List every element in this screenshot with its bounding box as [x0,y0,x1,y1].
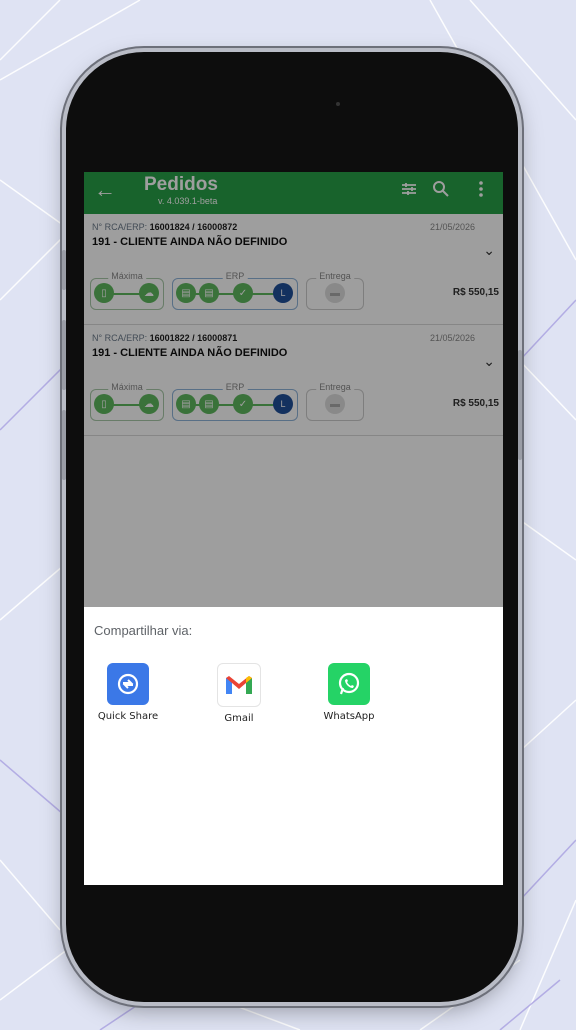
front-camera [336,102,340,106]
scrim-overlay[interactable] [84,172,503,607]
power-button [518,350,522,460]
quick-share-icon [107,663,149,705]
share-target-whatsapp[interactable]: WhatsApp [304,663,394,722]
volume-down-button [62,410,66,480]
volume-up-button [62,320,66,390]
whatsapp-icon [328,663,370,705]
share-sheet: Compartilhar via: Quick Share Gmail What… [84,607,503,885]
phone-side-button [62,250,66,290]
share-target-quick-share[interactable]: Quick Share [84,663,173,722]
share-target-gmail[interactable]: Gmail [194,663,284,724]
share-sheet-title: Compartilhar via: [94,623,193,638]
gmail-icon [217,663,261,707]
app-screen: ← Pedidos v. 4.039.1-beta N° RCA/ERP: 16… [84,172,503,885]
